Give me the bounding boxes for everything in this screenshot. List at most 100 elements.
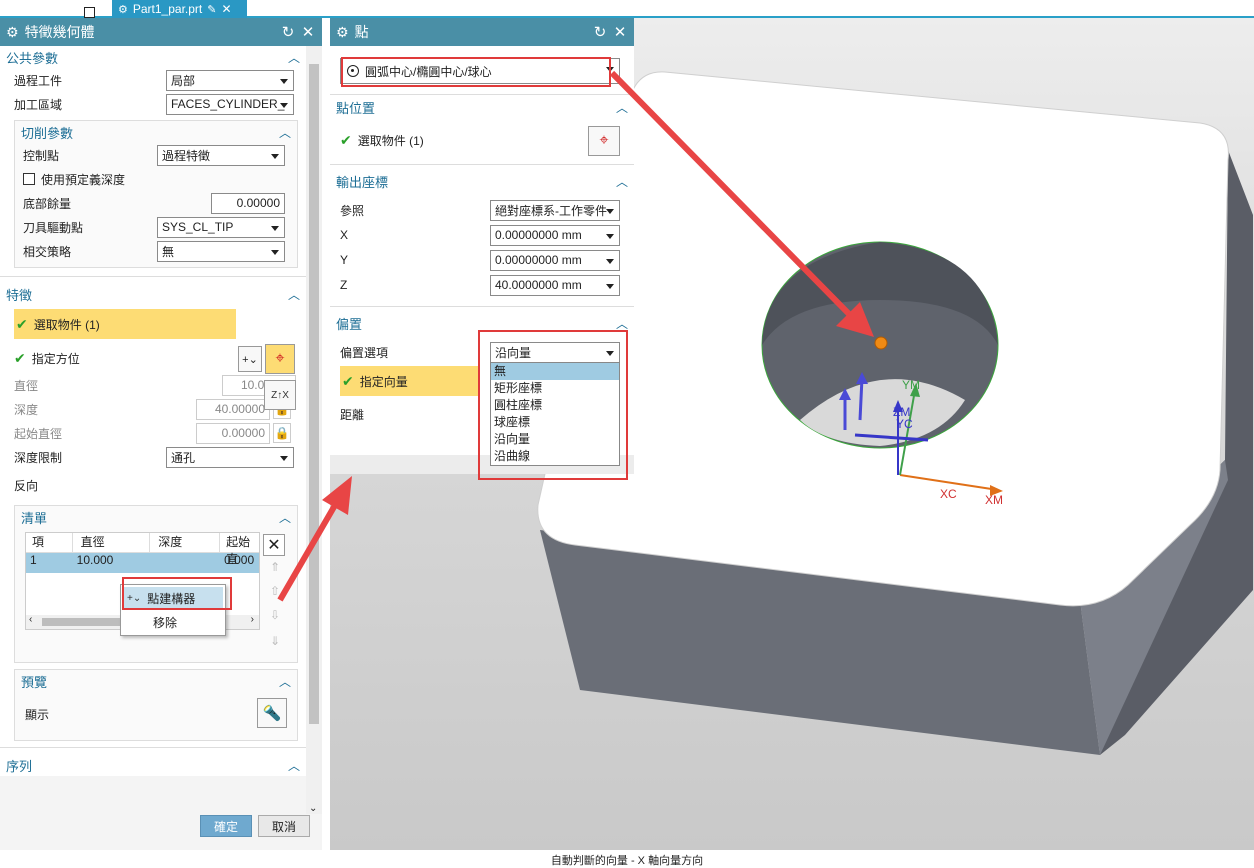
table-row[interactable]: 1 10.000 0.000 — [26, 553, 259, 573]
menu-item-remove[interactable]: 移除 — [121, 611, 225, 633]
collapse-icon[interactable]: ︿ — [288, 49, 300, 66]
list-header[interactable]: 清單 ︿ — [15, 506, 297, 528]
control-point-row: 控制點 過程特徵 — [15, 143, 297, 167]
status-bar: 自動判斷的向量 - X 軸向量方向 — [0, 850, 1254, 867]
machining-area-select[interactable]: FACES_CYLINDER_ — [166, 93, 294, 115]
collapse-icon[interactable]: ︿ — [279, 673, 291, 690]
flashlight-icon[interactable]: 🔦 — [257, 698, 287, 728]
intersection-select[interactable]: 無 — [157, 240, 285, 262]
collapse-icon[interactable]: ︿ — [288, 286, 300, 303]
collapse-icon[interactable]: ︿ — [279, 124, 291, 141]
xm-axis-label: XM — [985, 493, 1003, 507]
control-point-select[interactable]: 過程特徵 — [157, 144, 285, 166]
depth-input[interactable]: 40.00000 — [196, 398, 270, 420]
file-tab[interactable]: ⚙ Part1_par.prt ✎ ✕ — [112, 0, 247, 18]
yc-axis-label: YC — [896, 417, 913, 431]
tab-edit-icon[interactable]: ✎ — [207, 3, 216, 16]
use-default-depth-row: 使用預定義深度 — [15, 167, 297, 191]
collapse-icon[interactable]: ︿ — [279, 509, 291, 526]
cutting-params-header[interactable]: 切削參數 ︿ — [15, 121, 297, 143]
table-cell: 10.000 — [76, 553, 114, 567]
collapse-icon[interactable]: ︿ — [288, 757, 300, 774]
scrollbar-thumb[interactable] — [309, 64, 319, 724]
bottom-stock-input[interactable]: 0.00000 — [211, 192, 285, 214]
feature-geometry-dialog: ⚙ 特徵幾何體 ↻ ✕ ⌄ 公共參數 ︿ 過程工件 局部 加工區域 FACES_C… — [0, 18, 322, 850]
table-cell — [150, 553, 220, 573]
offset-option-label: 偏置選項 — [340, 345, 389, 360]
delete-icon[interactable]: ✕ — [263, 534, 285, 556]
move-bottom-icon[interactable]: ⇓ — [265, 634, 285, 654]
use-default-depth-label: 使用預定義深度 — [41, 172, 126, 187]
annotation-box-context-menu — [122, 577, 232, 610]
checkmark-icon: ✔ — [16, 315, 28, 332]
common-params-header[interactable]: 公共參數 ︿ — [0, 46, 306, 68]
output-coords-header[interactable]: 輸出座標 ︿ — [330, 170, 634, 192]
annotation-box-point-type — [341, 57, 611, 87]
ok-button[interactable]: 確定 — [200, 815, 252, 837]
x-input[interactable]: 0.00000000 mm — [490, 224, 620, 246]
bottom-stock-row: 底部餘量 0.00000 — [15, 191, 297, 215]
move-top-icon[interactable]: ⇑ — [265, 560, 285, 580]
tool-drive-point-select[interactable]: SYS_CL_TIP — [157, 216, 285, 238]
reverse-row: 反向 — [0, 469, 306, 501]
intersection-row: 相交策略 無 — [15, 239, 297, 263]
tool-drive-point-row: 刀具驅動點 SYS_CL_TIP — [15, 215, 297, 239]
process-workpiece-row: 過程工件 局部 — [0, 68, 306, 92]
collapse-icon[interactable]: ︿ — [616, 173, 628, 190]
tool-drive-point-label: 刀具驅動點 — [23, 220, 84, 235]
move-down-icon[interactable]: ⇩ — [265, 608, 285, 628]
gear-icon: ⚙ — [6, 23, 19, 40]
start-diameter-row: 起始直徑 0.00000 🔒 — [0, 421, 306, 445]
dialog-scrollbar[interactable]: ⌄ — [306, 46, 322, 814]
reset-icon[interactable]: ↻ — [592, 23, 608, 41]
z-input[interactable]: 40.0000000 mm — [490, 274, 620, 296]
ym-axis-label: YM — [902, 378, 920, 392]
reset-icon[interactable]: ↻ — [280, 23, 296, 41]
feature-header[interactable]: 特徵 ︿ — [0, 283, 306, 305]
feature-dialog-body: 公共參數 ︿ 過程工件 局部 加工區域 FACES_CYLINDER_ 切削參數 ︿… — [0, 46, 306, 776]
column-header-item: 項 — [26, 533, 73, 552]
point-dialog-icon[interactable]: +⌄ — [238, 346, 262, 372]
sequence-header[interactable]: 序列 ︿ — [0, 754, 306, 776]
gear-icon: ⚙ — [336, 23, 349, 40]
move-up-icon[interactable]: ⇧ — [265, 584, 285, 604]
specify-vector-row[interactable]: ✔ 指定向量 — [340, 366, 478, 396]
use-default-depth-checkbox[interactable] — [23, 173, 35, 185]
point-select-object-row[interactable]: ✔ 選取物件 (1) — [340, 128, 424, 152]
close-icon[interactable]: ✕ — [612, 23, 628, 41]
tab-close-icon[interactable]: ✕ — [221, 2, 231, 16]
control-point-label: 控制點 — [23, 148, 60, 163]
depth-label: 深度 — [14, 402, 39, 417]
lock-icon[interactable]: 🔒 — [273, 423, 291, 443]
checkmark-icon: ✔ — [340, 131, 352, 148]
collapse-icon[interactable]: ︿ — [616, 99, 628, 116]
process-workpiece-select[interactable]: 局部 — [166, 69, 294, 91]
xc-axis-label: XC — [940, 487, 957, 501]
crosshair-icon[interactable]: ⌖ — [588, 126, 620, 156]
close-icon[interactable]: ✕ — [300, 23, 316, 41]
diameter-row: 直徑 10.00000 — [0, 373, 306, 397]
feature-dialog-titlebar: ⚙ 特徵幾何體 ↻ ✕ — [0, 18, 322, 46]
start-diameter-input[interactable]: 0.00000 — [196, 422, 270, 444]
scroll-down-icon[interactable]: ⌄ — [309, 803, 317, 814]
y-label: Y — [340, 253, 349, 267]
specify-orientation-label: 指定方位 — [31, 351, 80, 366]
scroll-right-icon[interactable]: › — [251, 614, 254, 625]
preview-header[interactable]: 預覽 ︿ — [15, 670, 297, 692]
cancel-button[interactable]: 取消 — [258, 815, 310, 837]
crosshair-point-icon[interactable]: ⌖ — [265, 344, 295, 374]
column-header-diameter: 直徑 — [73, 533, 151, 552]
depth-limit-row: 深度限制 通孔 — [0, 445, 306, 469]
depth-limit-select[interactable]: 通孔 — [166, 446, 294, 468]
y-input[interactable]: 0.00000000 mm — [490, 249, 620, 271]
csys-icon[interactable]: Z↑X — [264, 380, 296, 410]
select-object-row[interactable]: ✔ 選取物件 (1) — [14, 309, 236, 339]
collapse-icon[interactable]: ︿ — [616, 315, 628, 332]
select-object-label: 選取物件 (1) — [33, 317, 100, 332]
preview-group: 預覽 ︿ 顯示 🔦 — [14, 669, 298, 741]
scroll-left-icon[interactable]: ‹ — [29, 614, 32, 625]
window-restore-icon[interactable] — [84, 7, 95, 18]
reference-select[interactable]: 絕對座標系-工作零件 — [490, 199, 620, 221]
point-location-header[interactable]: 點位置 ︿ — [330, 96, 634, 118]
intersection-label: 相交策略 — [23, 244, 72, 259]
